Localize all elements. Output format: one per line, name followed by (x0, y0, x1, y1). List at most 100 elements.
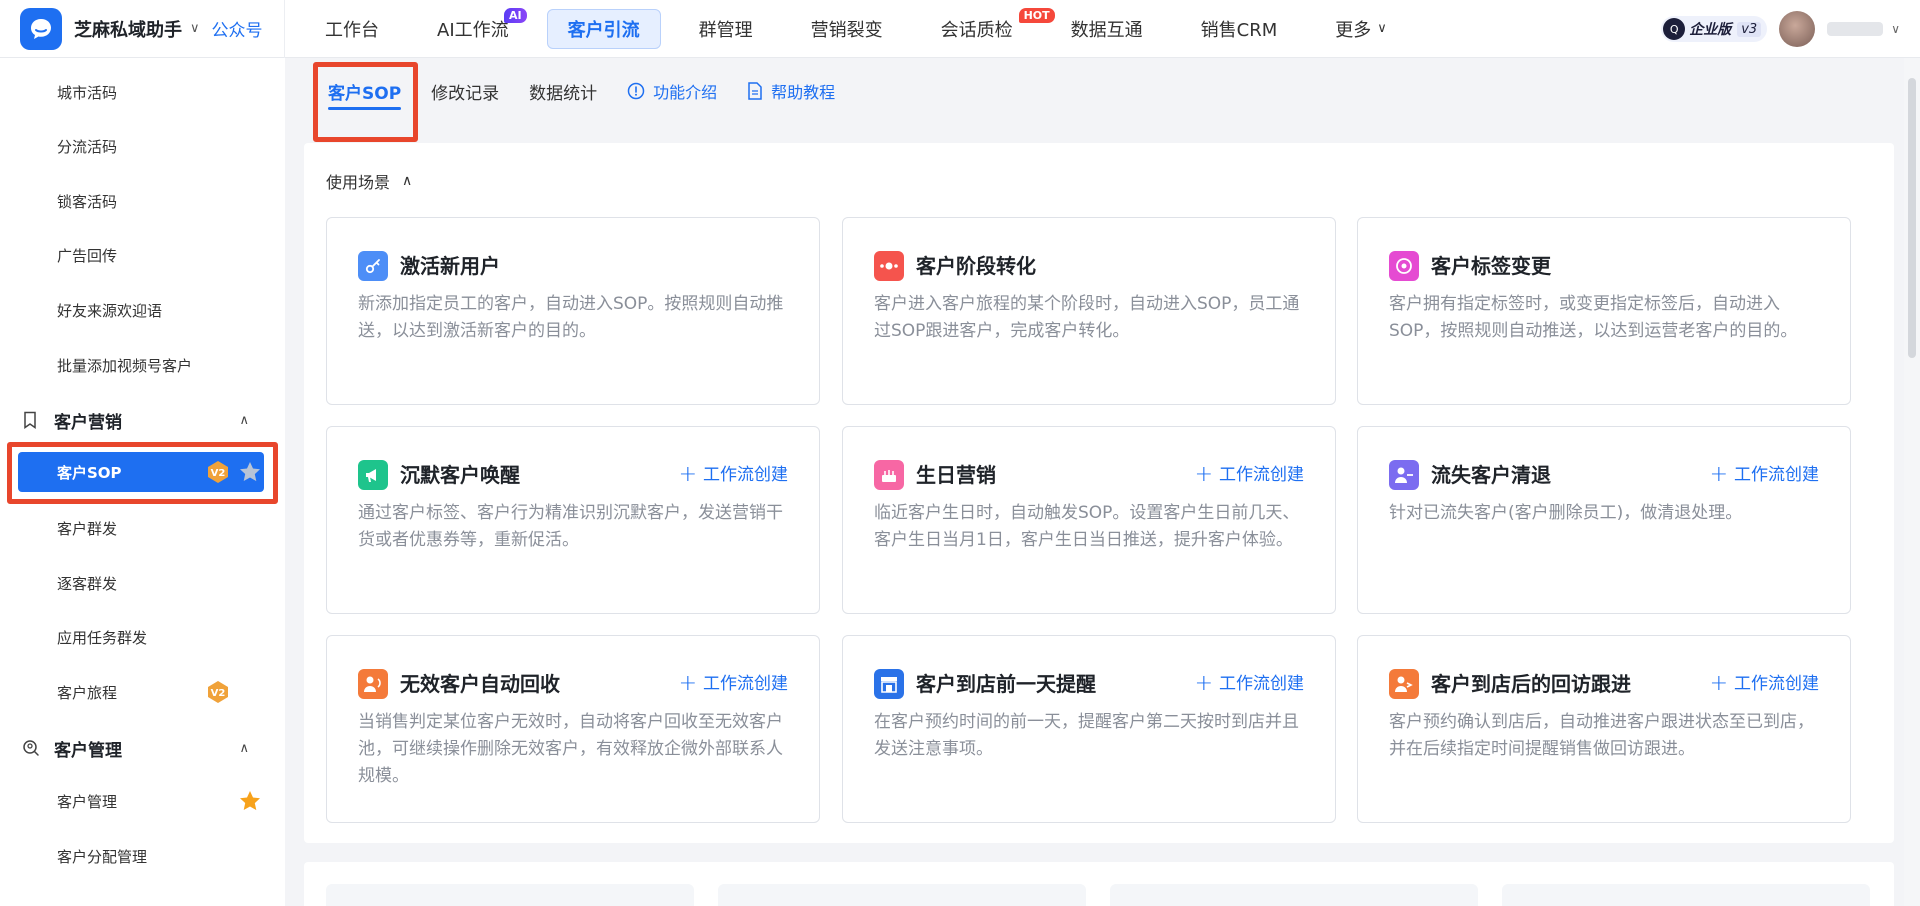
nav-marketing-fission[interactable]: 营销裂变 (791, 9, 903, 49)
tag-icon (1389, 251, 1419, 281)
funnel-icon (874, 251, 904, 281)
customer-manage-icon (22, 739, 40, 757)
nav-label: 营销裂变 (810, 19, 883, 41)
action-label: 工作流创建 (703, 674, 788, 694)
bookmark-icon (22, 411, 40, 429)
sidebar-item-label: 客户分配管理 (57, 847, 148, 866)
workflow-create-button[interactable]: + 工作流创建 (679, 669, 788, 699)
sidebar-item-customer-allocation[interactable]: 客户分配管理 (0, 836, 285, 876)
nav-sales-crm[interactable]: 销售CRM (1181, 9, 1298, 49)
scene-card[interactable]: 客户到店后的回访跟进 + 工作流创建 客户预约确认到店后，自动推进客户跟进状态至已… (1357, 635, 1851, 823)
sop-list-card[interactable] (1502, 884, 1870, 906)
account-switch-link[interactable]: 公众号 (212, 16, 263, 41)
sidebar-item-label: 逐客群发 (57, 574, 118, 593)
action-label: 工作流创建 (1734, 465, 1819, 485)
user-minus-icon (1389, 460, 1419, 490)
scene-card[interactable]: 客户阶段转化 客户进入客户旅程的某个阶段时，自动进入SOP，员工通过SOP跟进客… (842, 217, 1336, 405)
link-label: 帮助教程 (771, 83, 836, 102)
card-desc: 客户预约确认到店后，自动推进客户跟进状态至已到店，并在后续指定时间提醒销售做回访… (1389, 712, 1814, 759)
sidebar-group-management[interactable]: 客户管理 ∧ (0, 728, 285, 768)
tab-modify-history[interactable]: 修改记录 (431, 58, 499, 124)
scene-card[interactable]: 激活新用户 新添加指定员工的客户，自动进入SOP。按照规则自动推送，以达到激活新… (326, 217, 820, 405)
card-desc: 针对已流失客户(客户删除员工)，做清退处理。 (1389, 503, 1743, 523)
page-scrollbar[interactable] (1904, 58, 1920, 906)
nav-group-management[interactable]: 群管理 (679, 9, 773, 49)
sidebar-item-label: 批量添加视频号客户 (57, 356, 193, 375)
sidebar-item-one-by-one-broadcast[interactable]: 逐客群发 (0, 563, 285, 603)
sidebar-item-label: 客户群发 (57, 519, 118, 538)
feature-intro-link[interactable]: 功能介绍 (627, 58, 717, 124)
sidebar-item-city-qrcode[interactable]: 城市活码 (0, 72, 285, 112)
sidebar-item-label: 锁客活码 (57, 192, 118, 211)
key-icon (358, 251, 388, 281)
workflow-create-button[interactable]: + 工作流创建 (679, 460, 788, 490)
sidebar-item-app-task-broadcast[interactable]: 应用任务群发 (0, 617, 285, 657)
nav-session-qc[interactable]: 会话质检 HOT (921, 7, 1055, 49)
sidebar-item-batch-add-channels[interactable]: 批量添加视频号客户 (0, 345, 285, 385)
nav-ai-workflow[interactable]: AI工作流 AI (417, 7, 529, 49)
sidebar-item-label: 广告回传 (57, 246, 118, 265)
nav-label: 工作台 (325, 19, 379, 41)
workflow-create-button[interactable]: + 工作流创建 (1710, 669, 1819, 699)
workflow-create-button[interactable]: + 工作流创建 (1195, 460, 1304, 490)
sidebar-item-ad-callback[interactable]: 广告回传 (0, 235, 285, 275)
nav-more[interactable]: 更多 ∨ (1315, 9, 1407, 49)
sidebar-item-customer-broadcast[interactable]: 客户群发 (0, 508, 285, 548)
chevron-down-icon[interactable]: ∨ (190, 21, 200, 36)
chevron-up-icon: ∧ (402, 173, 413, 189)
action-label: 工作流创建 (1219, 465, 1304, 485)
v2-badge-text: V2 (211, 688, 226, 699)
nav-workbench[interactable]: 工作台 (305, 9, 399, 49)
tab-label: 修改记录 (431, 83, 500, 104)
top-right: Q 企业版 v3 ∨ (1661, 0, 1900, 58)
scene-card[interactable]: 无效客户自动回收 + 工作流创建 当销售判定某位客户无效时，自动将客户回收至无效客… (326, 635, 820, 823)
sop-list-panel (304, 862, 1894, 906)
sidebar-group-marketing[interactable]: 客户营销 ∧ (0, 400, 285, 440)
sidebar-item-source-welcome[interactable]: 好友来源欢迎语 (0, 290, 285, 330)
card-desc: 客户拥有指定标签时，或变更指定标签后，自动进入SOP，按照规则自动推送，以达到运… (1389, 294, 1798, 341)
sop-list-card[interactable] (326, 884, 694, 906)
tab-data-stats[interactable]: 数据统计 (529, 58, 597, 124)
nav-data-exchange[interactable]: 数据互通 (1051, 9, 1163, 49)
sidebar-item-customer-sop[interactable]: 客户SOP V2 (18, 452, 264, 492)
star-icon[interactable] (238, 460, 262, 484)
help-tutorial-link[interactable]: 帮助教程 (747, 58, 835, 124)
sidebar-item-lock-qrcode[interactable]: 锁客活码 (0, 181, 285, 221)
scene-card[interactable]: 生日营销 + 工作流创建 临近客户生日时，自动触发SOP。设置客户生日前几天、客户… (842, 426, 1336, 614)
top-bar: 芝麻私域助手 ∨ 公众号 工作台 AI工作流 AI 客户引流 群管理 营销裂变 会… (0, 0, 1920, 58)
sop-list-card[interactable] (1110, 884, 1478, 906)
scene-card[interactable]: 客户到店前一天提醒 + 工作流创建 在客户预约时间的前一天，提醒客户第二天按时到店… (842, 635, 1336, 823)
nav-label: 客户引流 (567, 19, 640, 41)
sidebar-item-customer-journey[interactable]: 客户旅程 V2 (0, 672, 285, 712)
sidebar-item-label: 分流活码 (57, 137, 118, 156)
edition-badge[interactable]: Q 企业版 v3 (1661, 16, 1768, 42)
sidebar-item-label: 客户SOP (57, 463, 122, 482)
scene-card[interactable]: 流失客户清退 + 工作流创建 针对已流失客户(客户删除员工)，做清退处理。 (1357, 426, 1851, 614)
sop-list-card[interactable] (718, 884, 1086, 906)
brand-logo-icon[interactable] (20, 7, 62, 50)
username-blurred[interactable] (1827, 22, 1884, 36)
scene-panel: 使用场景 ∧ 激活新用户 新添加指定员工的客户，自动进入SOP。按照规则自动推送… (304, 143, 1894, 843)
chevron-down-icon[interactable]: ∨ (1891, 22, 1900, 36)
scrollbar-thumb[interactable] (1908, 78, 1916, 358)
avatar[interactable] (1779, 11, 1816, 47)
card-title: 客户到店后的回访跟进 (1431, 672, 1631, 696)
star-icon[interactable] (238, 789, 262, 813)
edition-logo-icon: Q (1663, 18, 1686, 40)
sidebar-item-label: 应用任务群发 (57, 628, 148, 647)
sidebar-item-customer-management[interactable]: 客户管理 (0, 781, 285, 821)
workflow-create-button[interactable]: + 工作流创建 (1195, 669, 1304, 699)
nav-label: 会话质检 (940, 19, 1013, 41)
content-tabs: 客户SOP 修改记录 数据统计 功能介绍 帮助教程 (304, 58, 1904, 124)
cake-icon (874, 460, 904, 490)
scene-heading[interactable]: 使用场景 ∧ (326, 169, 412, 193)
sidebar-item-split-qrcode[interactable]: 分流活码 (0, 126, 285, 166)
chevron-up-icon: ∧ (239, 412, 249, 428)
nav-customer-acquisition[interactable]: 客户引流 (546, 8, 661, 49)
workflow-create-button[interactable]: + 工作流创建 (1710, 460, 1819, 490)
scene-card[interactable]: 客户标签变更 客户拥有指定标签时，或变更指定标签后，自动进入SOP，按照规则自动… (1357, 217, 1851, 405)
tab-customer-sop[interactable]: 客户SOP (328, 58, 402, 124)
scene-card[interactable]: 沉默客户唤醒 + 工作流创建 通过客户标签、客户行为精准识别沉默客户，发送营销干货… (326, 426, 820, 614)
action-label: 工作流创建 (703, 465, 788, 485)
chevron-up-icon: ∧ (239, 740, 249, 756)
